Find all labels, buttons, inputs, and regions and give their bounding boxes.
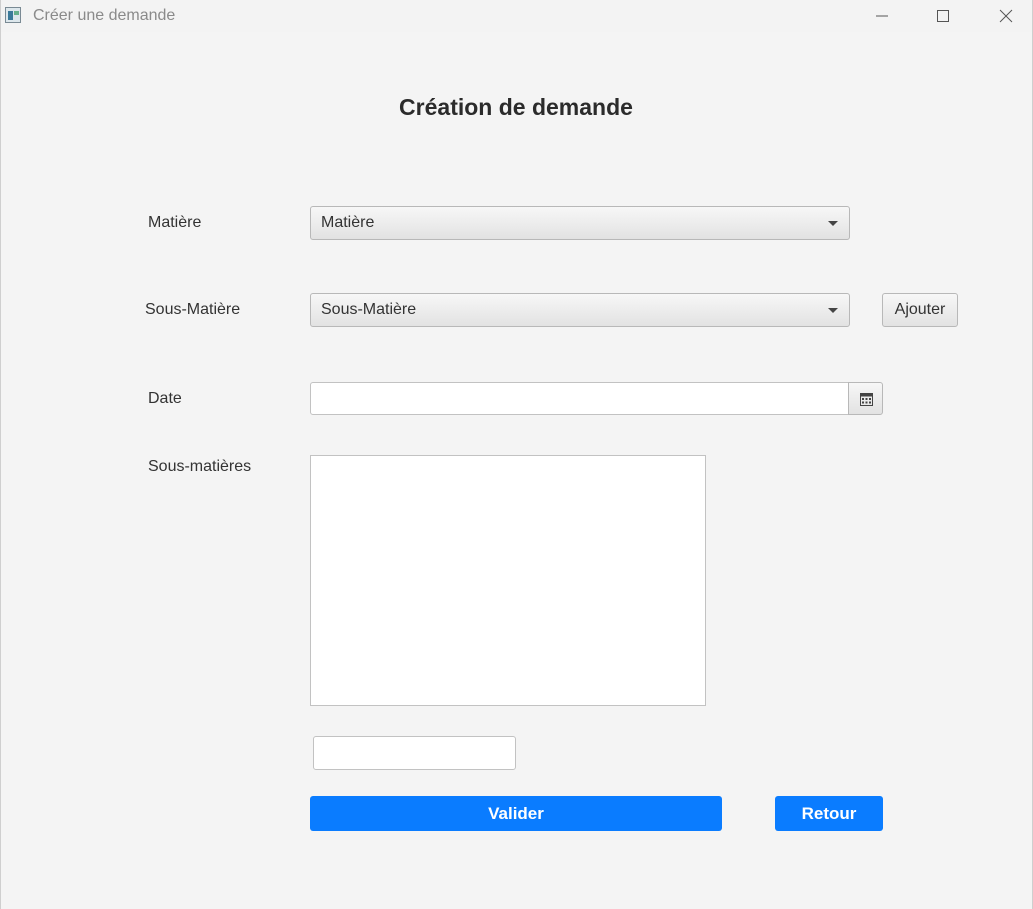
chevron-down-icon [828, 308, 838, 313]
date-label: Date [148, 390, 182, 407]
title-bar: Créer une demande [1, 0, 1032, 32]
matiere-selected-value: Matière [321, 214, 375, 231]
sous-matiere-label: Sous-Matière [145, 301, 241, 318]
sous-matiere-select[interactable]: Sous-Matière [310, 293, 850, 327]
calendar-icon [860, 393, 873, 406]
maximize-icon [937, 10, 949, 22]
sous-matieres-list[interactable] [310, 455, 706, 706]
date-picker-button[interactable] [848, 382, 883, 415]
minimize-button[interactable] [859, 0, 905, 32]
chevron-down-icon [828, 221, 838, 226]
back-button[interactable]: Retour [775, 796, 883, 831]
matiere-select[interactable]: Matière [310, 206, 850, 240]
app-icon [5, 7, 21, 23]
maximize-button[interactable] [920, 0, 966, 32]
sous-matiere-text-field[interactable] [313, 736, 516, 770]
window-title: Créer une demande [33, 7, 176, 24]
app-window: Créer une demande Création de demande Ma… [0, 0, 1033, 909]
sous-matiere-selected-value: Sous-Matière [321, 301, 417, 318]
sous-matieres-label: Sous-matières [148, 458, 252, 475]
close-icon [999, 9, 1013, 23]
close-button[interactable] [983, 0, 1029, 32]
date-input[interactable] [310, 382, 850, 415]
submit-button[interactable]: Valider [310, 796, 722, 831]
add-sous-matiere-button[interactable]: Ajouter [882, 293, 958, 327]
minimize-icon [876, 15, 888, 17]
matiere-label: Matière [148, 214, 202, 231]
page-title: Création de demande [399, 94, 633, 120]
